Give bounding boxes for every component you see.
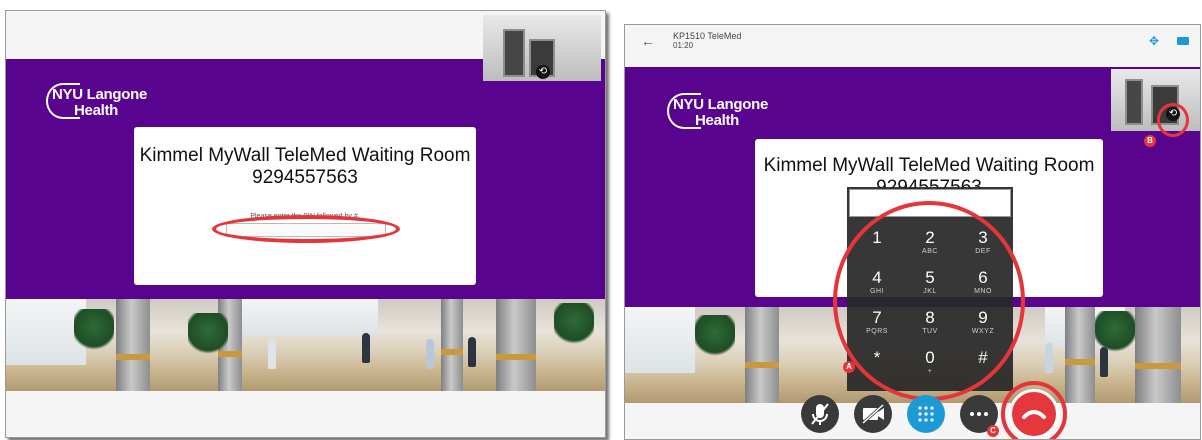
in-call-screen: ← KP1510 TeleMed 01:20 ✥ NYU Langone Hea… (624, 24, 1201, 440)
move-icon[interactable]: ✥ (1149, 34, 1159, 48)
switch-camera-icon[interactable]: ⟲ (536, 65, 550, 79)
call-header: ← KP1510 TeleMed 01:20 ✥ (625, 25, 1200, 67)
pin-highlight (212, 215, 400, 243)
badge-a: A (843, 361, 855, 373)
call-name: KP1510 TeleMed (673, 31, 742, 41)
waiting-room-card: Kimmel MyWall TeleMed Waiting Room 92945… (134, 127, 476, 285)
waiting-room-screen: NYU Langone Health ⟲ Kimmel MyWall TeleM… (5, 10, 606, 438)
room-title: Kimmel MyWall TeleMed Waiting Room (763, 155, 1095, 176)
hallway-photo (6, 299, 605, 391)
keypad-icon[interactable] (907, 395, 945, 433)
room-title: Kimmel MyWall TeleMed Waiting Room (139, 145, 471, 166)
switch-camera-highlight (1157, 103, 1189, 137)
end-call-highlight (1001, 381, 1067, 439)
video-off-icon[interactable] (854, 395, 892, 433)
self-view-thumbnail[interactable]: ⟲ (483, 15, 601, 81)
nyu-langone-logo: NYU Langone Health (667, 93, 768, 129)
room-number: 9294557563 (252, 167, 358, 188)
call-duration: 01:20 (673, 41, 694, 50)
badge-c: C (987, 425, 999, 437)
mute-mic-icon[interactable] (801, 395, 839, 433)
back-arrow-icon[interactable]: ← (641, 33, 655, 49)
keypad-highlight (833, 201, 1025, 401)
nyu-langone-logo: NYU Langone Health (46, 83, 147, 119)
badge-b: B (1144, 135, 1156, 147)
camera-icon[interactable] (1177, 37, 1189, 45)
